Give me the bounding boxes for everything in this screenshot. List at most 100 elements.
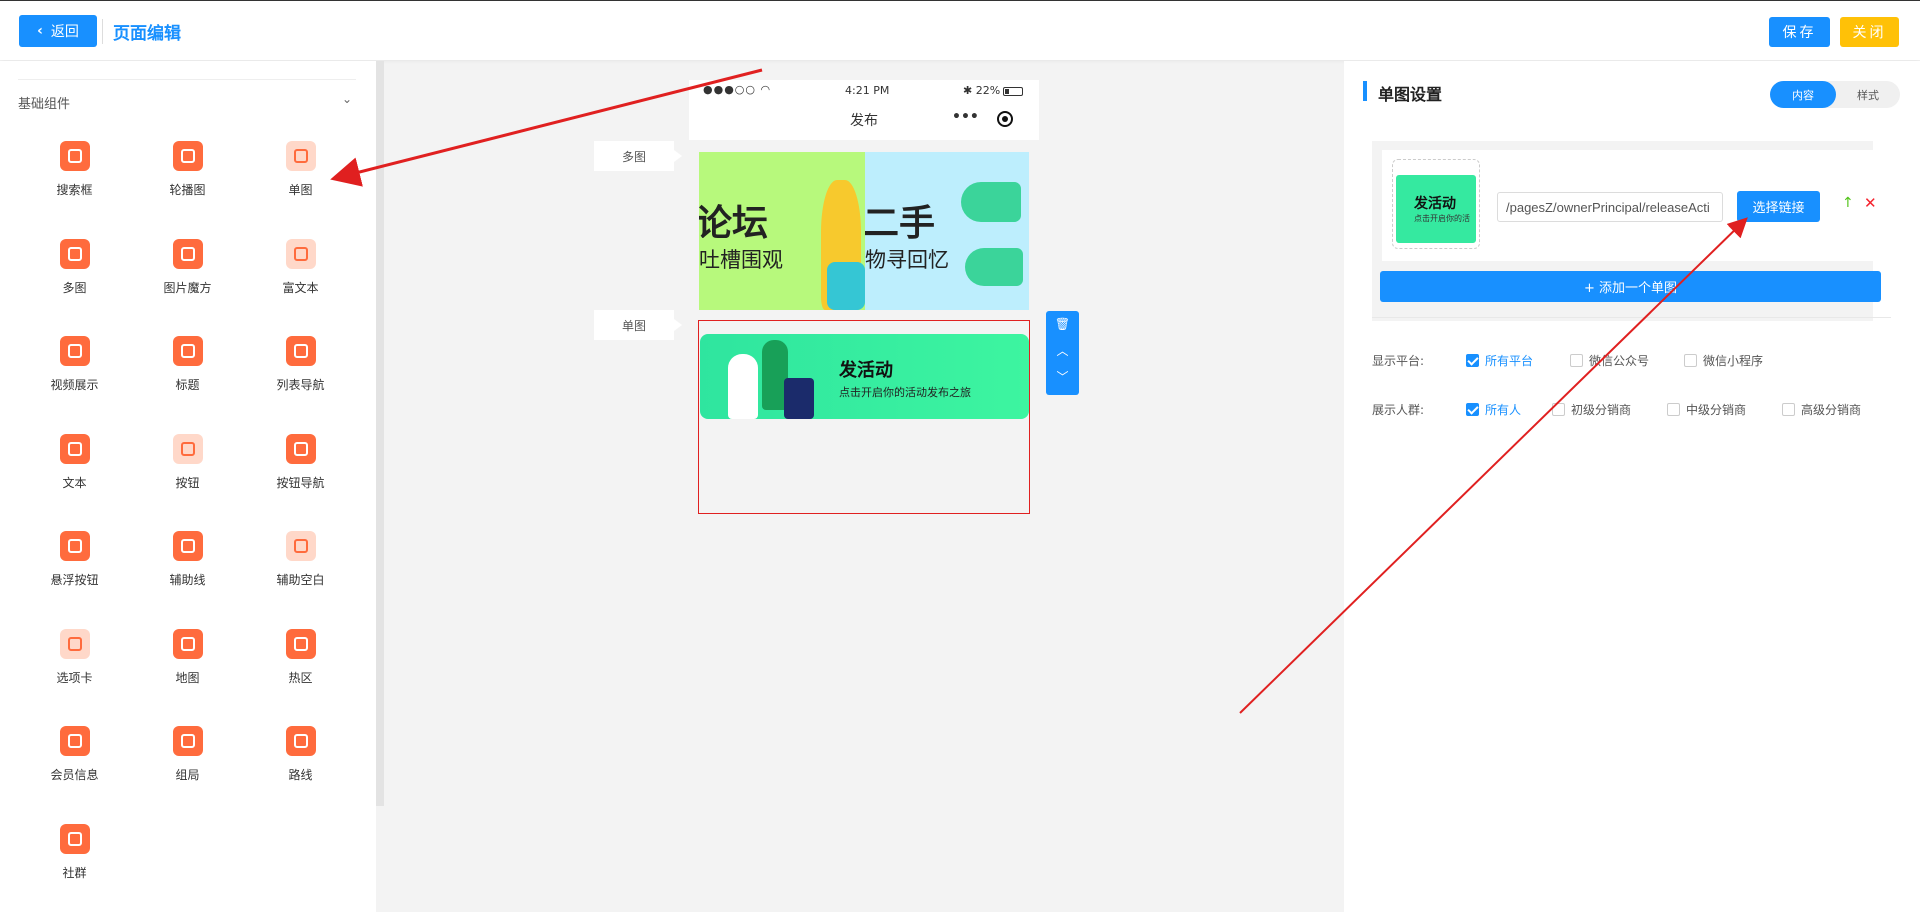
component-label: 视频展示 (50, 378, 99, 392)
component-label: 组局 (175, 768, 200, 782)
component-group-header[interactable]: 基础组件 ⌄ (18, 79, 356, 112)
component-item[interactable]: 地图 (131, 627, 244, 725)
component-item[interactable]: 组局 (131, 724, 244, 822)
link-input[interactable]: /pagesZ/ownerPrincipal/releaseActi (1497, 192, 1723, 222)
component-item[interactable]: 社群 (18, 822, 131, 912)
search-box-icon (59, 141, 90, 171)
component-label: 多图 (62, 280, 87, 295)
component-label: 富文本 (282, 280, 319, 295)
checkbox-option[interactable]: 所有平台 (1466, 352, 1533, 369)
checkbox-unchecked-icon[interactable] (1684, 354, 1697, 367)
illustration-person (728, 354, 758, 419)
move-up-icon[interactable]: ︿ (1046, 337, 1079, 363)
component-item[interactable]: 会员信息 (18, 724, 131, 822)
checkbox-unchecked-icon[interactable] (1570, 354, 1583, 367)
member-info-icon (59, 726, 90, 756)
checkbox-unchecked-icon[interactable] (1667, 403, 1680, 416)
chevron-down-icon[interactable]: ⌄ (342, 92, 352, 106)
checkbox-option[interactable]: 微信公众号 (1570, 352, 1649, 369)
component-item[interactable]: 辅助空白 (244, 529, 357, 627)
checkbox-checked-icon[interactable] (1466, 354, 1479, 367)
component-item[interactable]: 辅助线 (131, 529, 244, 627)
video-icon (59, 336, 90, 366)
illustration-skirt (784, 378, 814, 419)
component-item[interactable]: 列表导航 (244, 334, 357, 432)
trash-icon[interactable]: 🗑 (1046, 311, 1079, 337)
multi-image-block[interactable]: 论坛 吐槽围观 二手 物寻回忆 (699, 152, 1029, 310)
component-item[interactable]: 按钮 (131, 432, 244, 530)
checkbox-checked-icon[interactable] (1466, 403, 1479, 416)
phone-page-title: 发布 (850, 113, 878, 129)
component-label: 热区 (288, 670, 313, 685)
settings-title: 单图设置 (1378, 85, 1443, 104)
tab-content[interactable]: 内容 (1770, 81, 1836, 108)
component-item[interactable]: 视频展示 (18, 334, 131, 432)
arrow-up-icon[interactable]: ↑ (1842, 195, 1854, 211)
back-button[interactable]: ‹ 返回 (19, 15, 97, 47)
button-icon (172, 433, 203, 464)
component-item[interactable]: 图片魔方 (131, 237, 244, 335)
component-label: 悬浮按钮 (50, 573, 99, 587)
secondhand-heading: 二手 (865, 203, 936, 244)
single-image-banner[interactable]: 发活动 点击开启你的活动发布之旅 (700, 334, 1029, 419)
blank-space-icon (285, 531, 316, 561)
checkbox-option[interactable]: 高级分销商 (1782, 401, 1861, 418)
settings-panel: 单图设置 内容 样式 发活动 点击开启你的活 /pagesZ/ownerPrin… (1344, 61, 1920, 912)
component-item[interactable]: 多图 (18, 237, 131, 335)
tag-multi-image: 多图 (594, 141, 682, 171)
battery-indicator: ✱ 22% (963, 84, 1024, 97)
delete-icon[interactable]: ✕ (1864, 194, 1877, 212)
back-label: 返回 (50, 24, 79, 40)
bluetooth-icon: ✱ (963, 84, 973, 97)
component-label: 辅助线 (169, 573, 206, 587)
divider (1372, 317, 1891, 318)
banner-title: 发活动 (839, 360, 893, 381)
checkbox-option[interactable]: 微信小程序 (1684, 352, 1763, 369)
rich-text-icon (285, 238, 316, 269)
component-label: 按钮 (175, 475, 200, 490)
checkbox-unchecked-icon[interactable] (1782, 403, 1795, 416)
tag-single-image: 单图 (594, 310, 682, 340)
left-panel-scrollbar[interactable] (376, 61, 384, 806)
phone-header: ●●●○○ ◠ 4:21 PM ✱ 22% 发布 ••• (689, 80, 1039, 140)
route-icon (285, 726, 316, 756)
component-item[interactable]: 轮播图 (131, 139, 244, 237)
float-button-icon (59, 531, 90, 561)
checkbox-option[interactable]: 初级分销商 (1552, 401, 1631, 418)
component-item[interactable]: 路线 (244, 724, 357, 822)
more-menu-icon[interactable]: ••• (952, 109, 979, 125)
component-item[interactable]: 按钮导航 (244, 432, 357, 530)
carousel-icon (172, 141, 203, 171)
checkbox-unchecked-icon[interactable] (1552, 403, 1565, 416)
chevron-left-icon: ‹ (37, 23, 43, 39)
component-item[interactable]: 悬浮按钮 (18, 529, 131, 627)
move-down-icon[interactable]: ﹀ (1046, 363, 1079, 389)
tab-style[interactable]: 样式 (1836, 81, 1900, 108)
checkbox-label: 微信公众号 (1589, 354, 1650, 368)
button-nav-icon (285, 433, 316, 464)
close-miniprogram-icon[interactable] (997, 111, 1013, 127)
tab-icon (59, 628, 90, 659)
component-item[interactable]: 文本 (18, 432, 131, 530)
checkbox-option[interactable]: 中级分销商 (1667, 401, 1746, 418)
add-image-button[interactable]: + 添加一个单图 (1380, 271, 1881, 302)
component-item[interactable]: 单图 (244, 139, 357, 237)
multi-image-forum: 论坛 吐槽围观 (699, 152, 865, 310)
checkbox-option[interactable]: 所有人 (1466, 401, 1521, 418)
component-item[interactable]: 标题 (131, 334, 244, 432)
title-icon (172, 336, 203, 366)
image-thumbnail-uploader[interactable]: 发活动 点击开启你的活 (1392, 159, 1480, 249)
component-item[interactable]: 热区 (244, 627, 357, 725)
component-label: 图片魔方 (163, 280, 212, 295)
component-item[interactable]: 搜索框 (18, 139, 131, 237)
status-bar: ●●●○○ ◠ 4:21 PM ✱ 22% (689, 80, 1039, 100)
top-bar: ‹ 返回 页面编辑 保存 关闭 (0, 0, 1920, 60)
save-button[interactable]: 保存 (1769, 17, 1830, 47)
close-button[interactable]: 关闭 (1840, 17, 1899, 47)
illustration-shoe (961, 182, 1021, 222)
component-item[interactable]: 富文本 (244, 237, 357, 335)
select-link-button[interactable]: 选择链接 (1737, 191, 1820, 222)
component-item[interactable]: 选项卡 (18, 627, 131, 725)
text-icon (59, 433, 90, 464)
thumbnail-image: 发活动 点击开启你的活 (1396, 175, 1476, 243)
